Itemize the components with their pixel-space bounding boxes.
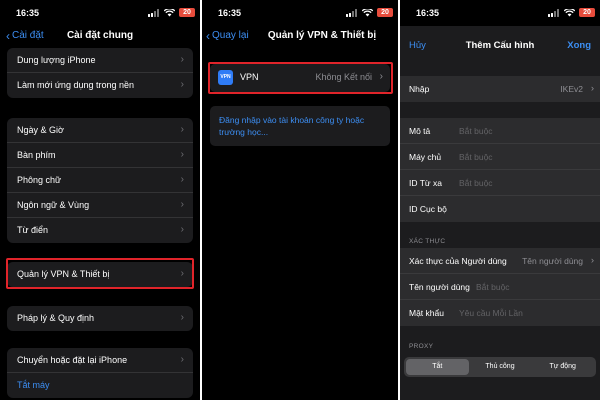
battery-icon: 20 [579,8,595,17]
proxy-option-manual[interactable]: Thủ công [469,359,532,375]
chevron-right-icon: › [180,79,184,90]
nav-bar: ‹ Quay lại Quản lý VPN & Thiết bị [202,26,398,48]
field-placeholder: Bắt buộc [459,152,493,162]
cellular-signal-icon [346,9,358,17]
field-label: ID Cục bộ [409,204,447,214]
settings-row[interactable]: Pháp lý & Quy định › [7,306,193,331]
chevron-right-icon: › [180,174,184,185]
chevron-right-icon: › [180,312,184,323]
password-field[interactable]: Mật khẩu Yêu cầu Mỗi Lần [400,300,600,326]
row-label: Pháp lý & Quy định [17,313,95,323]
vpn-type-row[interactable]: Nhập IKEv2 › [400,76,600,102]
back-button[interactable]: ‹ Quay lại [206,28,249,43]
field-placeholder: Bắt buộc [459,126,493,136]
wifi-icon [164,9,175,17]
status-time: 16:35 [16,8,40,18]
settings-group-legal: Pháp lý & Quy định › [7,306,193,331]
battery-icon: 20 [377,8,393,17]
settings-group-locale: Ngày & Giờ › Bàn phím › Phông chữ › Ngôn ng… [7,118,193,243]
sheet-header: Hủy Thêm Cấu hình Xong [400,26,600,64]
highlight-box [6,258,194,289]
work-school-login-link[interactable]: Đăng nhập vào tài khoản công ty hoặc trư… [210,106,390,146]
settings-row[interactable]: Làm mới ứng dụng trong nền › [7,73,193,98]
chevron-right-icon: › [590,83,594,94]
type-value: IKEv2 [560,84,583,94]
settings-row[interactable]: Ngày & Giờ › [7,118,193,143]
chevron-right-icon: › [180,354,184,365]
proxy-option-auto[interactable]: Tự động [531,359,594,375]
settings-group-storage: Dung lượng iPhone › Làm mới ứng dụng tron… [7,48,193,98]
auth-method-value: Tên người dùng [522,256,583,266]
field-placeholder: Bắt buộc [476,282,510,292]
chevron-right-icon: › [180,54,184,65]
cellular-signal-icon [548,9,560,17]
status-time: 16:35 [218,8,242,18]
wifi-icon [362,9,373,17]
general-settings-screen: 16:35 20 ‹ Cài đặt Cài đặt chung Dung lượ… [0,0,200,400]
vpn-management-screen: 16:35 20 ‹ Quay lại Quản lý VPN & Thiết b… [202,0,398,400]
status-bar: 16:35 20 [400,0,600,26]
proxy-section-header: PROXY [409,343,434,350]
row-label: Bàn phím [17,150,56,160]
field-label: Tên người dùng [409,282,470,292]
row-label: Tắt máy [17,380,50,390]
server-field[interactable]: Máy chủ Bắt buộc [400,144,600,170]
settings-row[interactable]: Ngôn ngữ & Vùng › [7,193,193,218]
chevron-right-icon: › [180,224,184,235]
field-placeholder: Yêu cầu Mỗi Lần [459,308,523,318]
type-group: Nhập IKEv2 › [400,76,600,102]
field-label: Mật khẩu [409,308,444,318]
shutdown-button[interactable]: Tắt máy [7,373,193,398]
field-label: Máy chủ [409,152,442,162]
status-time: 16:35 [416,8,440,18]
local-id-field[interactable]: ID Cục bộ [400,196,600,222]
page-title: Quản lý VPN & Thiết bị [267,30,377,41]
settings-row[interactable]: Bàn phím › [7,143,193,168]
remote-id-field[interactable]: ID Từ xa Bắt buộc [400,170,600,196]
field-label: Xác thực của Người dùng [409,256,507,266]
chevron-left-icon: ‹ [206,28,210,43]
row-label: Phông chữ [17,175,62,185]
add-configuration-screen: 16:35 20 Hủy Thêm Cấu hình Xong Nhập IKE… [400,0,600,400]
description-field[interactable]: Mô tả Bắt buộc [400,118,600,144]
row-label: Từ điển [17,225,49,235]
settings-row[interactable]: Phông chữ › [7,168,193,193]
row-label: Ngôn ngữ & Vùng [17,200,90,210]
auth-group: Xác thực của Người dùng Tên người dùng ›… [400,248,600,326]
chevron-right-icon: › [180,149,184,160]
auth-method-row[interactable]: Xác thực của Người dùng Tên người dùng › [400,248,600,274]
status-bar: 16:35 20 [0,0,200,26]
settings-row[interactable]: Dung lượng iPhone › [7,48,193,73]
field-label: Mô tả [409,126,431,136]
settings-row[interactable]: Từ điển › [7,218,193,243]
proxy-segmented-control: Tắt Thủ công Tự động [404,357,596,377]
auth-section-header: XÁC THỰC [409,238,446,245]
type-label: Nhập [409,84,430,94]
page-title: Cài đặt chung [66,30,134,41]
row-label: Ngày & Giờ [17,125,64,135]
nav-bar: ‹ Cài đặt Cài đặt chung [0,26,200,48]
login-link-text: Đăng nhập vào tài khoản công ty hoặc trư… [219,115,365,137]
settings-row[interactable]: Chuyển hoặc đặt lại iPhone › [7,348,193,373]
proxy-option-off[interactable]: Tắt [406,359,469,375]
row-label: Chuyển hoặc đặt lại iPhone [17,355,128,365]
field-label: ID Từ xa [409,178,442,188]
row-label: Làm mới ứng dụng trong nền [17,80,134,90]
chevron-right-icon: › [180,199,184,210]
wifi-icon [564,9,575,17]
settings-group-reset: Chuyển hoặc đặt lại iPhone › Tắt máy [7,348,193,398]
server-fields-group: Mô tả Bắt buộc Máy chủ Bắt buộc ID Từ xa… [400,118,600,222]
chevron-right-icon: › [590,255,594,266]
field-placeholder: Bắt buộc [459,178,493,188]
back-label: Quay lại [212,30,249,41]
row-label: Dung lượng iPhone [17,55,96,65]
cellular-signal-icon [148,9,160,17]
status-bar: 16:35 20 [202,0,398,26]
chevron-right-icon: › [180,124,184,135]
highlight-box [208,62,393,94]
username-field[interactable]: Tên người dùng Bắt buộc [400,274,600,300]
battery-icon: 20 [179,8,195,17]
done-button[interactable]: Xong [567,40,591,51]
